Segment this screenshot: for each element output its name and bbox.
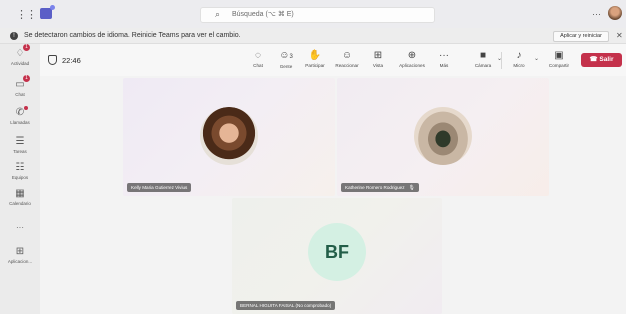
participant-name: BERNAL HIGUITA FAISAL (No comprobado) xyxy=(236,301,336,310)
participant-name-text: Kelly Maria Gutierrez Vivius xyxy=(131,185,188,190)
mic-options-chevron-icon[interactable]: ⌄ xyxy=(534,55,539,62)
video-stage: Kelly Maria Gutierrez Vivius Katherine R… xyxy=(40,76,626,314)
calls-dot xyxy=(24,106,28,110)
chat-icon: ▭ 1 xyxy=(14,75,30,90)
apply-restart-button[interactable]: Aplicar y reiniciar xyxy=(553,31,609,42)
people-count: 3 xyxy=(289,54,293,60)
tool-label: Participar xyxy=(305,63,325,68)
phone-hangup-icon: ☎ xyxy=(589,56,600,63)
participant-tile[interactable]: BF BERNAL HIGUITA FAISAL (No comprobado) xyxy=(232,198,442,314)
search-input[interactable]: Búsqueda (⌥ ⌘ E) xyxy=(232,10,294,18)
tool-label: Micro xyxy=(513,63,525,68)
share-icon: ▣ xyxy=(554,50,564,61)
app-launcher-icon[interactable]: ⋮⋮⋮ xyxy=(16,10,47,21)
chat-badge: 1 xyxy=(23,75,30,82)
mic-icon: ♪ xyxy=(516,50,522,61)
rail-item-more[interactable]: ··· xyxy=(0,221,40,232)
leave-label: Salir xyxy=(599,56,614,63)
rail-item-calls[interactable]: ✆ Llamadas xyxy=(0,106,40,125)
participant-name: Katherine Romero Rodriguez 🎙 xyxy=(341,183,419,192)
initials-avatar: BF xyxy=(308,223,366,281)
banner-message: Se detectaron cambios de idioma. Reinici… xyxy=(24,32,241,39)
more-icon: ··· xyxy=(16,223,24,232)
activity-badge: 1 xyxy=(23,44,30,51)
app-rail: ♢ 1 Actividad ▭ 1 Chat ✆ Llamadas ☰ Tareas… xyxy=(0,44,40,314)
phone-icon: ✆ xyxy=(14,106,28,118)
search-icon: ⌕ xyxy=(215,9,221,19)
tasks-icon: ☰ xyxy=(15,136,25,147)
tool-label: Más xyxy=(439,63,449,68)
more-button[interactable]: ··· Más xyxy=(437,50,451,74)
rail-item-calendar[interactable]: ▦ Calendario xyxy=(0,188,40,206)
leave-button[interactable]: ☎ Salir xyxy=(581,53,622,67)
search-box[interactable]: ⌕ Búsqueda (⌥ ⌘ E) xyxy=(200,7,435,23)
rail-item-label: Chat xyxy=(15,92,25,97)
rail-item-chat[interactable]: ▭ 1 Chat xyxy=(0,75,40,97)
view-icon: ⊞ xyxy=(373,50,383,61)
raise-hand-icon: ✋ xyxy=(308,50,322,61)
mic-muted-icon: 🎙 xyxy=(408,185,415,191)
apps-icon: ⊞ xyxy=(15,246,25,257)
camera-options-chevron-icon[interactable]: ⌄ xyxy=(497,55,502,62)
shield-icon xyxy=(48,55,57,65)
apps-button[interactable]: ⊕ Aplicaciones xyxy=(395,50,429,74)
mic-button[interactable]: ♪ Micro xyxy=(510,50,528,74)
share-button[interactable]: ▣ Compartir xyxy=(545,50,573,74)
chat-icon: ◌ xyxy=(255,50,261,61)
rail-item-label: Actividad xyxy=(10,61,30,66)
tool-label: Cámara xyxy=(474,63,492,68)
people-button[interactable]: ☺3 Gente xyxy=(276,50,296,74)
rail-item-label: Llamadas xyxy=(10,120,30,125)
bell-icon: ♢ 1 xyxy=(14,44,30,59)
participant-name-text: BERNAL HIGUITA FAISAL (No comprobado) xyxy=(240,303,332,308)
rail-item-label: Calendario xyxy=(9,201,31,206)
react-icon: ☺ xyxy=(341,50,353,61)
more-horizontal-icon[interactable]: ··· xyxy=(592,9,601,19)
camera-off-icon: ■ xyxy=(479,50,487,61)
profile-avatar[interactable] xyxy=(608,6,622,20)
react-button[interactable]: ☺ Reaccionar xyxy=(332,50,362,74)
participant-photo xyxy=(414,107,472,165)
teams-icon: ☷ xyxy=(15,162,25,173)
rail-item-apps[interactable]: ⊞ Aplicacion... xyxy=(0,246,40,264)
chat-button[interactable]: ◌ Chat xyxy=(249,50,267,74)
tool-label: Vista xyxy=(372,63,384,68)
rail-item-label: Aplicacion... xyxy=(7,259,33,264)
language-change-banner: ! Se detectaron cambios de idioma. Reini… xyxy=(0,28,626,44)
title-bar: ⋮⋮⋮ ⌕ Búsqueda (⌥ ⌘ E) ··· xyxy=(0,0,626,28)
participant-name-text: Katherine Romero Rodriguez xyxy=(345,185,405,190)
meeting-toolbar: 22:46 ◌ Chat ☺3 Gente ✋ Participar ☺ Rea… xyxy=(40,44,626,76)
raise-hand-button[interactable]: ✋ Participar xyxy=(302,50,328,74)
tool-label: Aplicaciones xyxy=(399,63,425,68)
rail-item-label: Tareas xyxy=(13,149,27,154)
participant-tile[interactable]: Kelly Maria Gutierrez Vivius xyxy=(123,78,335,196)
meeting-timer: 22:46 xyxy=(62,56,81,65)
close-icon[interactable]: ✕ xyxy=(616,31,623,40)
more-icon: ··· xyxy=(439,50,449,61)
participant-photo xyxy=(200,107,258,165)
camera-button[interactable]: ■ Cámara xyxy=(471,50,495,74)
info-icon: ! xyxy=(10,32,18,40)
apps-icon: ⊕ xyxy=(407,50,417,61)
rail-item-teams[interactable]: ☷ Equipos xyxy=(0,162,40,180)
tool-label: Reaccionar xyxy=(335,63,359,68)
rail-item-activity[interactable]: ♢ 1 Actividad xyxy=(0,44,40,66)
tool-label: Chat xyxy=(253,63,263,68)
view-button[interactable]: ⊞ Vista xyxy=(370,50,386,74)
participant-name: Kelly Maria Gutierrez Vivius xyxy=(127,183,192,192)
rail-item-label: Equipos xyxy=(11,175,29,180)
tool-label: Compartir xyxy=(548,63,570,68)
teams-logo-icon xyxy=(40,5,55,19)
rail-item-tasks[interactable]: ☰ Tareas xyxy=(0,136,40,154)
people-icon: ☺3 xyxy=(279,50,293,61)
calendar-icon: ▦ xyxy=(15,188,25,199)
participant-tile[interactable]: Katherine Romero Rodriguez 🎙 xyxy=(337,78,549,196)
tool-label: Gente xyxy=(279,64,293,69)
